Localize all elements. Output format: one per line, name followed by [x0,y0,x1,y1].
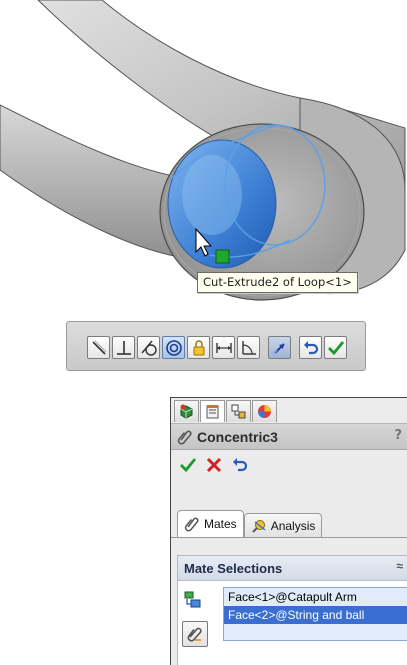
subtab-divider [171,537,407,538]
tab-mates[interactable]: Mates [177,510,244,537]
entities-to-mate-icon [182,589,204,611]
manager-tabs [171,398,407,424]
concentric-icon [165,339,182,356]
configuration-manager-tab[interactable] [226,400,251,422]
property-manager-tab[interactable] [200,400,225,422]
ok-button[interactable] [179,456,197,478]
flip-alignment-button[interactable] [268,336,291,359]
coincident-icon [91,340,106,355]
mate-selections-icons [182,589,208,647]
mate-context-toolbar [66,321,366,371]
catapult-arm-model [0,0,406,301]
paperclip-pin-icon [187,627,202,642]
mate-selections-group: Mate Selections ≈ Face<1>@Catapult Arm F… [177,555,407,665]
flip-alignment-icon [272,342,285,354]
property-manager-title: Concentric3 [197,428,278,445]
cancel-button[interactable] [205,456,223,478]
distance-icon [215,342,232,353]
perpendicular-icon [116,340,131,355]
undo-button[interactable] [299,336,322,359]
tab-analysis-label: Analysis [270,518,316,533]
coincident-button[interactable] [87,336,110,359]
tangent-icon [140,340,157,356]
selection-marker-icon [215,249,230,264]
distance-button[interactable] [212,336,235,359]
mates-tab-icon [184,517,199,532]
graphics-viewport[interactable]: Cut-Extrude2 of Loop<1> [0,0,407,310]
concentric-button[interactable] [162,336,185,359]
mate-selections-title: Mate Selections [184,560,283,576]
lock-icon [193,339,204,355]
undo-icon [303,340,318,354]
ok-check-icon [327,340,344,355]
mate-selections-header[interactable]: Mate Selections ≈ [178,556,407,581]
perpendicular-button[interactable] [112,336,135,359]
selection-tooltip: Cut-Extrude2 of Loop<1> [197,272,358,293]
appearance-tab-icon [258,405,271,418]
feature-manager-tab[interactable] [174,400,199,422]
property-manager-actions [171,450,407,484]
mate-selections-list[interactable]: Face<1>@Catapult Arm Face<2>@String and … [223,587,407,641]
collapse-icon[interactable]: ≈ [396,559,403,573]
mate-pin-button[interactable] [182,621,208,647]
list-item[interactable]: Face<1>@Catapult Arm [224,588,407,606]
property-manager-panel: Concentric3 ? Mates Analysis Mate Select… [170,397,407,665]
property-manager-tab-icon [206,405,219,419]
mate-paperclip-icon [177,430,192,444]
ok-icon [180,458,197,473]
cancel-icon [206,457,222,473]
angle-icon [241,340,256,355]
configuration-manager-tab-icon [231,404,246,419]
undo-icon [233,458,248,472]
undo-action-button[interactable] [231,456,249,478]
property-manager-subtabs: Mates Analysis [177,510,323,537]
appearance-tab[interactable] [252,400,277,422]
tab-mates-label: Mates [204,517,237,531]
ok-check-button[interactable] [324,336,347,359]
list-item[interactable]: Face<2>@String and ball [224,606,407,624]
help-button[interactable]: ? [394,428,402,443]
feature-manager-tab-icon [180,404,193,419]
analysis-tab-icon [251,519,266,533]
lock-button[interactable] [187,336,210,359]
property-manager-title-bar: Concentric3 ? [171,424,407,450]
tab-analysis[interactable]: Analysis [243,513,323,537]
tangent-button[interactable] [137,336,160,359]
angle-button[interactable] [237,336,260,359]
